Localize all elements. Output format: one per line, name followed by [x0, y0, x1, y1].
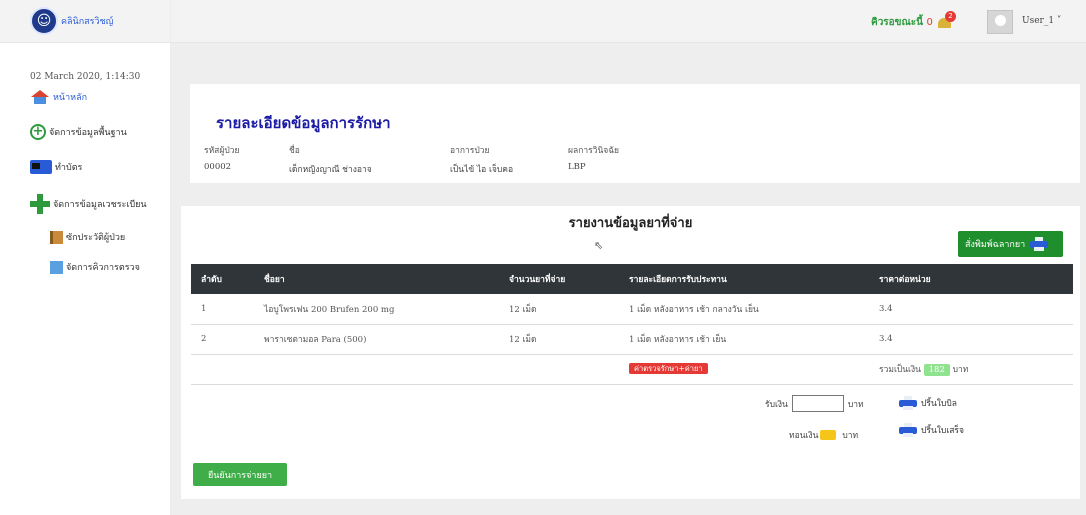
- field-patient-id: รหัสผู้ป่วย 00002: [204, 143, 240, 172]
- fee-badge: ค่าตรวจรักษา+ค่ายา: [629, 363, 708, 374]
- clinic-logo-icon: ☺: [30, 7, 58, 35]
- print-bill-button[interactable]: ปริ้นใบบิล: [899, 396, 957, 410]
- field-value: LBP: [568, 162, 586, 172]
- column-header: ลำดับ: [191, 264, 254, 294]
- table-header-row: ลำดับ ชื่อยา จำนวนยาที่จ่าย รายละเอียดกา…: [191, 264, 1073, 294]
- table-cell: 12 เม็ด: [499, 324, 619, 355]
- print-label-button[interactable]: สั่งพิมพ์ฉลากยา: [958, 231, 1063, 257]
- avatar[interactable]: [987, 10, 1013, 34]
- table-cell: 3.4: [869, 324, 1073, 355]
- print-label-text: สั่งพิมพ์ฉลากยา: [965, 240, 1026, 250]
- table-row: 2 พาราเซตามอล Para (500) 12 เม็ด 1 เม็ด …: [191, 324, 1073, 355]
- table-row: 1 ไอบูโพรเฟน 200 Brufen 200 mg 12 เม็ด 1…: [191, 294, 1073, 325]
- edit-icon: [50, 260, 63, 274]
- table-cell: 2: [191, 324, 254, 355]
- sidebar-item-label: จัดการข้อมูลเวชระเบียน: [53, 200, 147, 210]
- receive-amount-input[interactable]: [791, 395, 844, 412]
- confirm-dispense-button[interactable]: ยืนยันการจ่ายยา: [193, 463, 287, 486]
- sidebar-item-patient-history[interactable]: ซักประวัติผู้ป่วย: [30, 230, 125, 244]
- baht-unit: บาท: [847, 399, 864, 410]
- total-row: ค่าตรวจรักษา+ค่ายา รวมเป็นเงิน 182 บาท: [191, 354, 1073, 385]
- plus-circle-icon: +: [30, 124, 46, 140]
- queue-status: คิวรอขณะนี้ 0: [871, 15, 933, 30]
- table-cell: 1 เม็ด หลังอาหาร เช้า เย็น: [619, 324, 869, 355]
- field-label: รหัสผู้ป่วย: [204, 146, 240, 156]
- print-receipt-button[interactable]: ปริ้นใบเสร็จ: [899, 423, 964, 437]
- table-cell: 12 เม็ด: [499, 294, 619, 325]
- column-header: ราคาต่อหน่วย: [869, 264, 1073, 294]
- current-datetime: 02 March 2020, 1:14:30: [30, 72, 141, 82]
- brand-name: คลินิกสรวิชญ์: [61, 17, 114, 27]
- field-diagnosis: ผลการวินิจฉัย LBP: [568, 143, 619, 172]
- column-header: ชื่อยา: [254, 264, 499, 294]
- sidebar-item-medical-records[interactable]: จัดการข้อมูลเวชระเบียน: [30, 194, 147, 214]
- baht-unit: บาท: [952, 365, 969, 375]
- topbar: คิวรอขณะนี้ 0 2 User_1 ˅: [171, 0, 1086, 43]
- print-receipt-label: ปริ้นใบเสร็จ: [921, 426, 964, 436]
- queue-count: 0: [926, 17, 933, 28]
- notification-bell-icon[interactable]: 2: [937, 11, 956, 29]
- change-row: ทอนเงิน บาท: [789, 428, 858, 442]
- sidebar-item-queue[interactable]: จัดการคิวการตรวจ: [30, 260, 140, 274]
- card-icon: [30, 160, 52, 174]
- receive-row: รับเงิน บาท: [765, 395, 864, 412]
- sidebar-item-label: ซักประวัติผู้ป่วย: [66, 233, 126, 243]
- change-label: ทอนเงิน: [789, 431, 819, 441]
- field-label: ชื่อ: [289, 146, 300, 156]
- printer-icon: [1030, 237, 1049, 251]
- plus-icon: [30, 194, 50, 214]
- change-amount-badge: [820, 430, 837, 440]
- report-title: รายงานข้อมูลยาที่จ่าย: [568, 216, 693, 231]
- table-cell: พาราเซตามอล Para (500): [254, 324, 499, 355]
- baht-unit: บาท: [842, 431, 859, 441]
- sidebar-item-basic-data[interactable]: + จัดการข้อมูลพื้นฐาน: [30, 124, 127, 140]
- sidebar: ☺ คลินิกสรวิชญ์ 02 March 2020, 1:14:30 ห…: [0, 0, 171, 515]
- table-cell: 3.4: [869, 294, 1073, 325]
- dispensed-medicine-panel: รายงานข้อมูลยาที่จ่าย ⇖ สั่งพิมพ์ฉลากยา …: [181, 206, 1080, 499]
- queue-label: คิวรอขณะนี้: [871, 17, 924, 28]
- page-title: รายละเอียดข้อมูลการรักษา: [216, 114, 391, 132]
- treatment-detail-panel: รายละเอียดข้อมูลการรักษา รหัสผู้ป่วย 000…: [190, 84, 1080, 183]
- field-value: 00002: [204, 162, 232, 172]
- book-icon: [50, 230, 63, 244]
- notification-badge: 2: [945, 11, 956, 22]
- home-icon: [30, 90, 50, 104]
- field-value: เป็นไข้ ไอ เจ็บคอ: [450, 165, 514, 175]
- main-content: รายละเอียดข้อมูลการรักษา รหัสผู้ป่วย 000…: [171, 43, 1086, 515]
- field-name: ชื่อ เด็กหญิงญาณี ช่างอาจ: [289, 143, 372, 176]
- sidebar-item-label: จัดการคิวการตรวจ: [66, 263, 140, 273]
- field-value: เด็กหญิงญาณี ช่างอาจ: [289, 165, 372, 175]
- receive-label: รับเงิน: [765, 399, 788, 410]
- print-bill-label: ปริ้นใบบิล: [921, 399, 957, 409]
- table-cell: 1 เม็ด หลังอาหาร เช้า กลางวัน เย็น: [619, 294, 869, 325]
- sidebar-item-label: จัดการข้อมูลพื้นฐาน: [49, 128, 127, 138]
- table-cell: ไอบูโพรเฟน 200 Brufen 200 mg: [254, 294, 499, 325]
- sidebar-item-label: หน้าหลัก: [53, 93, 88, 103]
- mouse-cursor-icon: ⇖: [594, 239, 604, 252]
- field-label: ผลการวินิจฉัย: [568, 146, 620, 156]
- brand[interactable]: ☺ คลินิกสรวิชญ์: [0, 0, 170, 43]
- sidebar-item-home[interactable]: หน้าหลัก: [30, 90, 87, 104]
- field-symptom: อาการป่วย เป็นไข้ ไอ เจ็บคอ: [450, 143, 513, 176]
- column-header: จำนวนยาที่จ่าย: [499, 264, 619, 294]
- medicine-table: ลำดับ ชื่อยา จำนวนยาที่จ่าย รายละเอียดกา…: [191, 264, 1073, 385]
- printer-icon: [899, 423, 917, 437]
- sidebar-item-make-card[interactable]: ทำบัตร: [30, 160, 82, 174]
- total-label: รวมเป็นเงิน: [879, 365, 921, 375]
- column-header: รายละเอียดการรับประทาน: [619, 264, 869, 294]
- printer-icon: [899, 396, 917, 410]
- sidebar-item-label: ทำบัตร: [55, 163, 83, 173]
- table-cell: 1: [191, 294, 254, 325]
- field-label: อาการป่วย: [450, 146, 490, 156]
- user-menu[interactable]: User_1 ˅: [1022, 16, 1061, 26]
- total-value-badge: 182: [923, 364, 950, 376]
